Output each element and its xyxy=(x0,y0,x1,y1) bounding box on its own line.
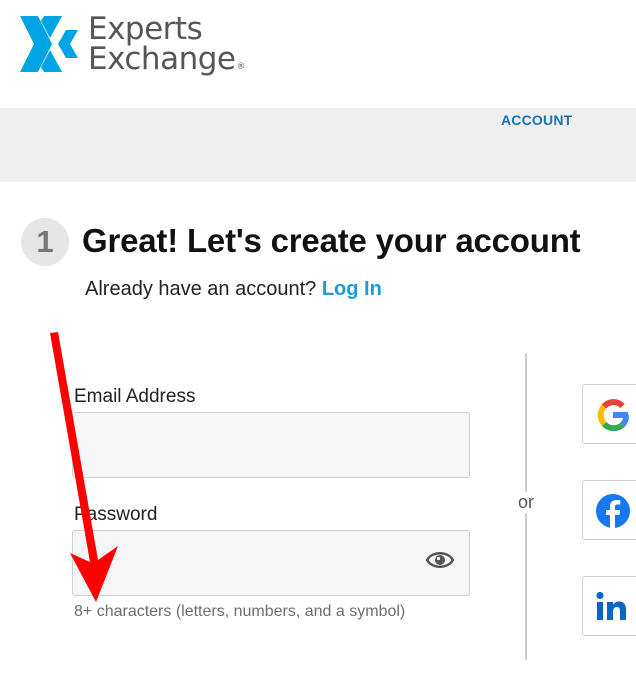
password-field-box[interactable] xyxy=(72,530,470,596)
linkedin-signup-button[interactable] xyxy=(582,576,636,636)
google-icon xyxy=(597,399,629,432)
linkedin-icon xyxy=(596,591,626,620)
brand-wordmark[interactable]: Experts Exchange® xyxy=(88,14,245,82)
email-field-box[interactable] xyxy=(72,412,470,478)
password-field[interactable] xyxy=(73,531,469,595)
or-separator: or xyxy=(508,492,544,513)
facebook-icon xyxy=(596,494,630,529)
registered-mark: ® xyxy=(236,62,245,72)
step-number-badge: 1 xyxy=(21,218,69,266)
facebook-signup-button[interactable] xyxy=(582,480,636,540)
email-label: Email Address xyxy=(74,386,196,407)
password-hint: 8+ characters (letters, numbers, and a s… xyxy=(74,603,406,620)
show-password-eye-icon[interactable] xyxy=(425,548,455,572)
experts-exchange-logo-icon[interactable] xyxy=(20,16,78,72)
site-header: Experts Exchange® xyxy=(0,0,636,108)
login-link[interactable]: Log In xyxy=(322,278,382,300)
page-title: Great! Let's create your account xyxy=(82,222,581,259)
login-prompt-text: Already have an account? xyxy=(85,278,317,300)
password-label: Password xyxy=(74,504,158,525)
brand-name-line1: Experts xyxy=(88,11,203,47)
nav-account-link[interactable]: ACCOUNT xyxy=(501,112,572,128)
login-prompt: Already have an account? Log In xyxy=(85,278,382,301)
google-signup-button[interactable] xyxy=(582,384,636,444)
brand-name-line2: Exchange xyxy=(88,41,236,77)
email-field[interactable] xyxy=(73,413,469,477)
